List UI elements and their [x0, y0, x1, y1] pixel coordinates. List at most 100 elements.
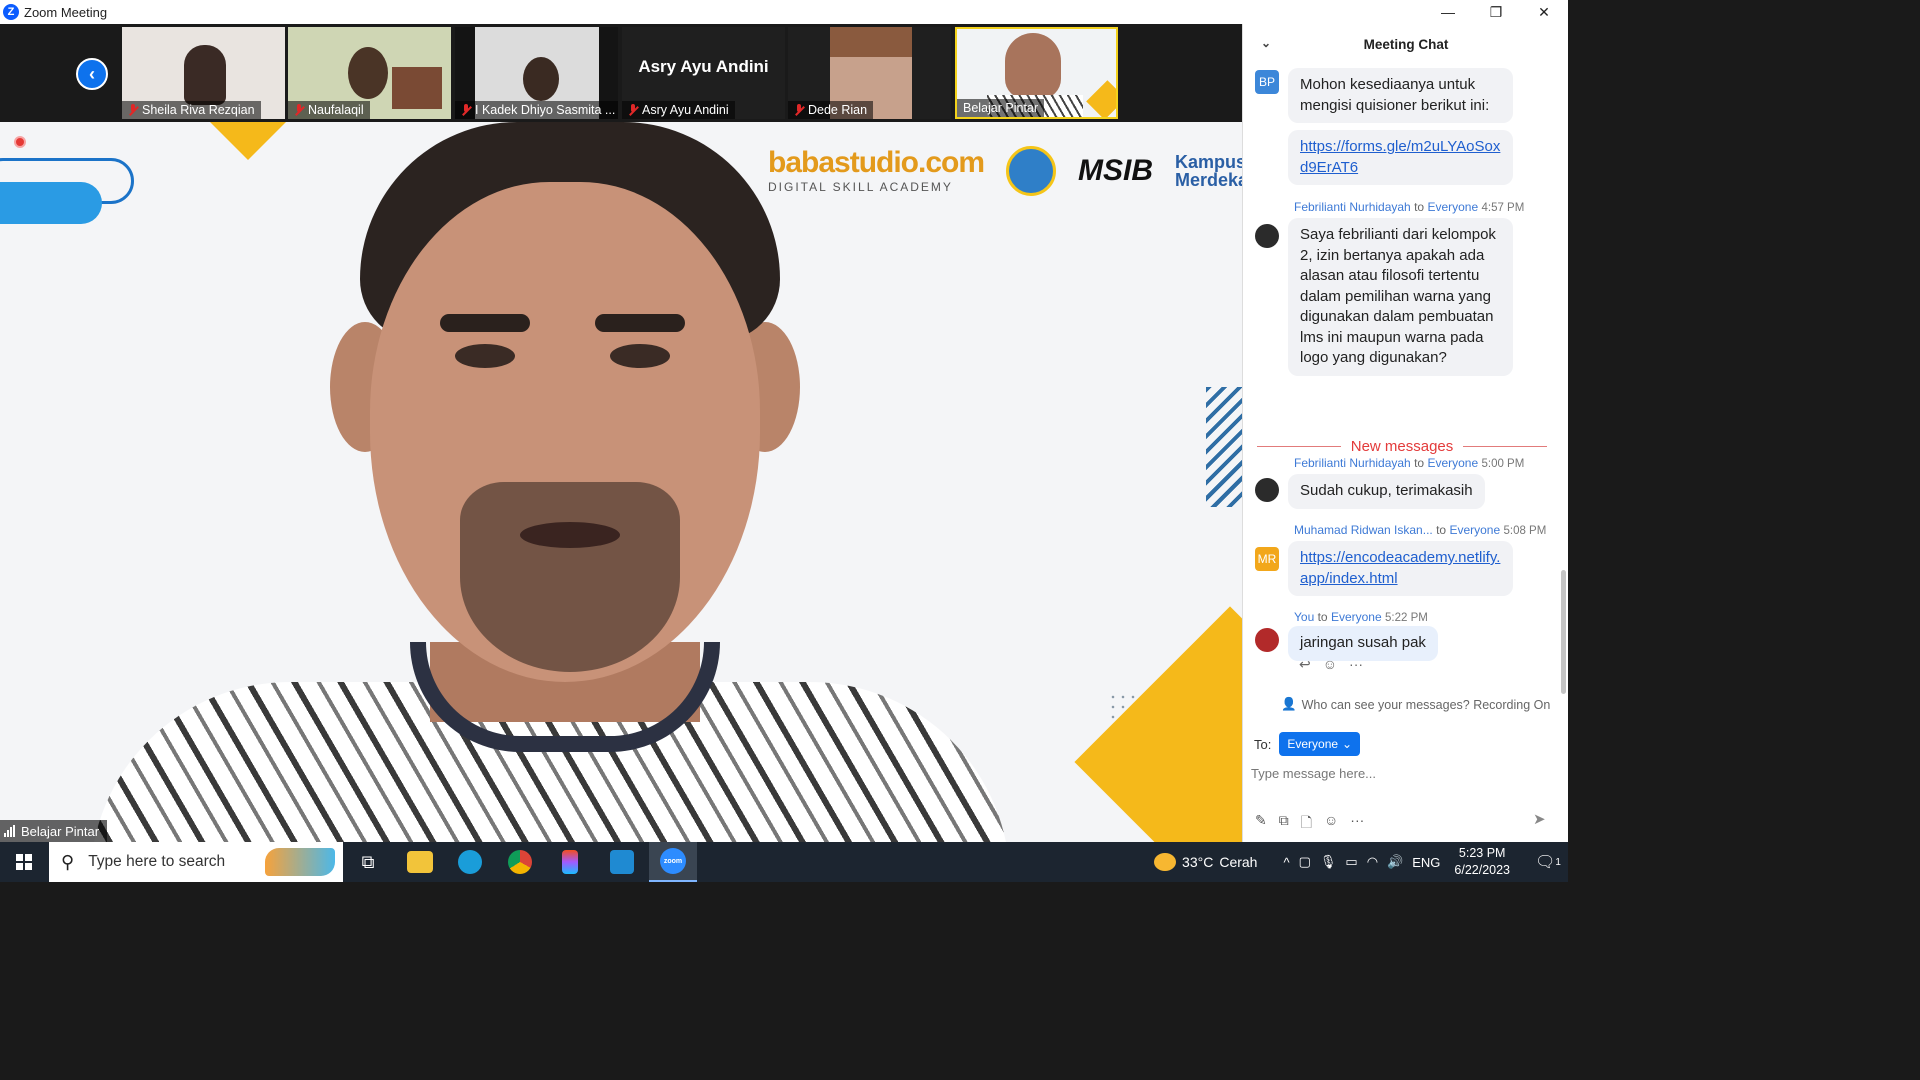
- chat-message-list[interactable]: BP Mohon kesediaanya untuk mengisi quisi…: [1243, 66, 1561, 696]
- background-shape: [1086, 80, 1116, 117]
- participant-video: [1005, 33, 1061, 99]
- participant-name: Dede Rian: [808, 103, 868, 117]
- participant-name: Belajar Pintar: [963, 101, 1039, 115]
- start-button[interactable]: [0, 842, 48, 882]
- chat-message-input[interactable]: [1251, 760, 1551, 786]
- chat-title: Meeting Chat: [1363, 36, 1449, 52]
- language-indicator[interactable]: ENG: [1412, 855, 1440, 870]
- chat-header: ⌄ Meeting Chat: [1243, 24, 1569, 64]
- mic-muted-icon: [461, 104, 471, 116]
- message-sender[interactable]: Febrilianti Nurhidayah: [1294, 200, 1411, 214]
- speaker-brow: [440, 314, 530, 332]
- notification-center-button[interactable]: 🗨 1: [1528, 842, 1568, 882]
- decor-diamond: [1074, 606, 1242, 842]
- taskbar-app-edge[interactable]: [446, 842, 494, 882]
- kampus-merdeka-logo: Kampus Merdeka: [1175, 152, 1242, 190]
- participant-name: I Kadek Dhiyo Sasmita ...: [475, 103, 616, 117]
- message-bubble: https://encodeacademy.netlify.app/index.…: [1288, 541, 1513, 596]
- message-bubble: Sudah cukup, terimakasih: [1288, 474, 1485, 509]
- participant-tile[interactable]: Sheila Riva Rezqian: [122, 27, 285, 119]
- participant-tile[interactable]: Asry Ayu Andini Asry Ayu Andini: [622, 27, 785, 119]
- taskbar-clock[interactable]: 5:23 PM 6/22/2023: [1454, 845, 1510, 879]
- recipient-value: Everyone: [1287, 737, 1339, 751]
- taskbar-app-vscode[interactable]: [598, 842, 646, 882]
- participant-tile[interactable]: Dede Rian: [788, 27, 951, 119]
- message-sender: You: [1294, 610, 1315, 624]
- new-messages-divider: New messages: [1257, 438, 1548, 455]
- message-to-word: to: [1317, 610, 1328, 624]
- battery-icon[interactable]: ▭: [1345, 854, 1357, 870]
- message-recipient: Everyone: [1449, 523, 1501, 537]
- minimize-button[interactable]: —: [1424, 0, 1472, 24]
- zoom-icon: zoom: [660, 848, 686, 874]
- participant-name-tag: Asry Ayu Andini: [622, 101, 735, 119]
- volume-icon[interactable]: 🔊: [1387, 854, 1403, 870]
- message-link[interactable]: https://encodeacademy.netlify.app/index.…: [1300, 549, 1500, 587]
- emoji-reaction-icon[interactable]: ☺: [1323, 656, 1337, 673]
- to-label: To:: [1254, 736, 1272, 752]
- restore-button[interactable]: ❐: [1472, 0, 1520, 24]
- decor-stripes: [1206, 387, 1242, 507]
- message-sender[interactable]: Muhamad Ridwan Iskan...: [1294, 523, 1433, 537]
- message-meta: Febrilianti Nurhidayah to Everyone 4:57 …: [1294, 200, 1524, 214]
- taskbar-app-file-explorer[interactable]: [396, 842, 444, 882]
- screenshot-icon[interactable]: ⧉: [1279, 812, 1289, 836]
- active-speaker-video: babastudio.com DIGITAL SKILL ACADEMY MSI…: [0, 122, 1242, 842]
- more-options-icon[interactable]: ···: [1350, 812, 1364, 836]
- more-options-icon[interactable]: ···: [1349, 656, 1363, 673]
- window-controls: — ❐ ✕: [1424, 0, 1568, 24]
- taskbar-app-chrome[interactable]: [496, 842, 544, 882]
- participant-tile-active[interactable]: Belajar Pintar: [955, 27, 1118, 119]
- taskbar-app-zoom[interactable]: zoom: [649, 842, 697, 882]
- message-bubble: Mohon kesediaanya untuk mengisi quisione…: [1288, 68, 1513, 123]
- send-icon[interactable]: ➤: [1533, 810, 1546, 828]
- close-button[interactable]: ✕: [1520, 0, 1568, 24]
- participant-name-tag: Dede Rian: [788, 101, 874, 119]
- chevron-up-icon[interactable]: ^: [1283, 855, 1289, 870]
- chevron-down-icon[interactable]: ⌄: [1261, 36, 1271, 50]
- message-link[interactable]: https://forms.gle/m2uLYAoSoxd9ErAT6: [1300, 138, 1500, 176]
- message-bubble: https://forms.gle/m2uLYAoSoxd9ErAT6: [1288, 130, 1513, 185]
- edge-icon: [458, 850, 482, 874]
- participant-tile[interactable]: I Kadek Dhiyo Sasmita ...: [455, 27, 618, 119]
- participant-name-tag: Sheila Riva Rezqian: [122, 101, 261, 119]
- taskbar-search[interactable]: ⚲ Type here to search: [49, 842, 343, 882]
- file-icon[interactable]: 🗋: [1301, 812, 1312, 836]
- reply-icon[interactable]: ↩: [1299, 656, 1311, 673]
- avatar: BP: [1255, 70, 1279, 94]
- participant-hair: [830, 27, 912, 57]
- speaker-name-tag: Belajar Pintar: [0, 820, 108, 842]
- message-to-word: to: [1414, 456, 1425, 470]
- participant-tile[interactable]: Naufalaqil: [288, 27, 451, 119]
- recipient-dropdown[interactable]: Everyone ⌄: [1279, 732, 1361, 756]
- speaker-brow: [595, 314, 685, 332]
- chat-scrollbar[interactable]: [1561, 570, 1566, 694]
- mic-muted-icon: [294, 104, 304, 116]
- speaker-eye: [455, 344, 515, 368]
- file-explorer-icon: [407, 851, 433, 873]
- chevron-left-icon: ‹: [89, 63, 95, 84]
- clock-date: 6/22/2023: [1454, 863, 1510, 877]
- windows-taskbar: ⚲ Type here to search ⧉ zoom 33°C Cerah …: [0, 842, 1568, 882]
- speaker-figure: [90, 122, 1010, 842]
- taskbar-app-figma[interactable]: [546, 842, 594, 882]
- previous-page-button[interactable]: ‹: [76, 58, 108, 90]
- message-bubble: Saya febrilianti dari kelompok 2, izin b…: [1288, 218, 1513, 376]
- message-to-word: to: [1436, 523, 1447, 537]
- weather-widget[interactable]: 33°C Cerah: [1154, 853, 1257, 871]
- connection-signal-icon: [4, 825, 15, 837]
- message-sender[interactable]: Febrilianti Nurhidayah: [1294, 456, 1411, 470]
- task-view-button[interactable]: ⧉: [344, 842, 392, 882]
- decor-filled-pill: [0, 182, 102, 224]
- format-text-icon[interactable]: ✎: [1255, 812, 1267, 836]
- emoji-icon[interactable]: ☺: [1324, 812, 1338, 836]
- camera-icon[interactable]: ▢: [1299, 854, 1311, 870]
- participant-face: [523, 57, 559, 101]
- message-recipient: Everyone: [1427, 200, 1479, 214]
- microphone-icon[interactable]: 🎙: [1320, 854, 1337, 870]
- system-tray: 33°C Cerah ^ ▢ 🎙 ▭ ◠ 🔊 ENG 5:23 PM 6/22/…: [1154, 842, 1568, 882]
- wifi-icon[interactable]: ◠: [1367, 854, 1378, 870]
- chat-visibility-notice[interactable]: 👤 Who can see your messages? Recording O…: [1281, 697, 1550, 712]
- chat-toolbar: ✎ ⧉ 🗋 ☺ ···: [1255, 812, 1364, 836]
- background-furniture: [392, 67, 442, 109]
